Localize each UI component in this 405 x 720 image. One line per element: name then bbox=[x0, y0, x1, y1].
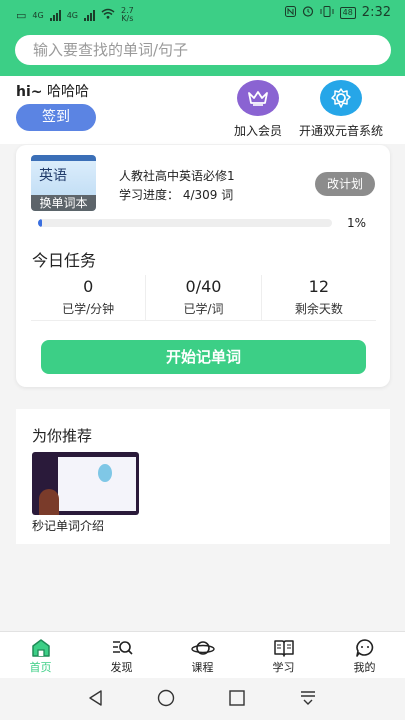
back-icon[interactable] bbox=[87, 689, 105, 711]
sim-icon: ▭ bbox=[16, 8, 27, 22]
start-memorize-button[interactable]: 开始记单词 bbox=[41, 340, 366, 374]
stat-value: 0/40 bbox=[185, 277, 222, 296]
tab-study[interactable]: 学习 bbox=[243, 632, 324, 678]
greeting-hi: hi~ bbox=[16, 84, 43, 100]
vibrate-icon bbox=[320, 5, 334, 20]
book-cover-title: 英语 bbox=[39, 168, 67, 184]
book-cover-band bbox=[31, 155, 96, 161]
search-input[interactable]: 输入要查找的单词/句子 bbox=[15, 35, 391, 65]
tab-label: 首页 bbox=[29, 661, 52, 674]
system-nav-bar bbox=[0, 678, 405, 720]
today-stats: 0 已学/分钟 0/40 已学/词 12 剩余天数 bbox=[31, 275, 376, 321]
clock: 2:32 bbox=[361, 5, 391, 20]
notification-pull-icon[interactable] bbox=[299, 689, 317, 711]
join-member-label: 加入会员 bbox=[233, 124, 282, 138]
today-task-title: 今日任务 bbox=[32, 251, 97, 270]
net-speed: 2.7 K/s bbox=[121, 7, 134, 23]
greeting: hi~ 哈哈哈 bbox=[16, 81, 89, 101]
stat-label: 已学/词 bbox=[183, 302, 224, 316]
signin-button[interactable]: 签到 bbox=[16, 104, 96, 131]
video-caption[interactable]: 秒记单词介绍 bbox=[32, 517, 104, 534]
thumbnail-bubble bbox=[98, 464, 112, 482]
progress-value: 4/309 词 bbox=[182, 188, 234, 202]
thumbnail-screen bbox=[58, 457, 136, 511]
tab-label: 我的 bbox=[353, 661, 376, 674]
user-name: 哈哈哈 bbox=[46, 84, 89, 100]
tab-label: 学习 bbox=[272, 661, 295, 674]
book-cover[interactable]: 英语 换单词本 bbox=[31, 155, 96, 211]
tab-discover[interactable]: 发现 bbox=[81, 632, 162, 678]
progress-percent: 1% bbox=[346, 216, 366, 230]
tab-course[interactable]: 课程 bbox=[162, 632, 243, 678]
study-progress: 学习进度： 4/309 词 bbox=[119, 186, 233, 203]
open-diphthong-label: 开通双元音系统 bbox=[298, 124, 383, 138]
bottom-nav: 首页 发现 课程 学习 我的 bbox=[0, 631, 405, 678]
tab-label: 发现 bbox=[110, 661, 133, 674]
video-thumbnail[interactable] bbox=[32, 452, 139, 515]
signal-1: 4G bbox=[32, 10, 44, 20]
progress-fill bbox=[38, 219, 43, 227]
gear-icon bbox=[320, 80, 362, 116]
signal-bars-icon-2 bbox=[84, 9, 95, 21]
discover-icon bbox=[112, 641, 133, 655]
stat-value: 12 bbox=[308, 277, 329, 296]
progress-bar bbox=[38, 219, 332, 227]
stat-value: 0 bbox=[83, 277, 94, 296]
recents-icon[interactable] bbox=[228, 689, 246, 711]
study-plan-card: 英语 换单词本 人教社高中英语必修1 学习进度： 4/309 词 改计划 1% … bbox=[16, 145, 390, 387]
open-diphthong-button[interactable]: 开通双元音系统 bbox=[296, 80, 386, 139]
wifi-icon bbox=[101, 8, 115, 22]
signal-2: 4G bbox=[66, 10, 78, 20]
planet-icon bbox=[190, 641, 215, 655]
stat-label: 剩余天数 bbox=[294, 302, 343, 316]
alarm-icon bbox=[302, 5, 314, 20]
stat-days-left: 12 剩余天数 bbox=[262, 275, 376, 320]
tab-label: 课程 bbox=[191, 661, 214, 674]
thumbnail-presenter bbox=[39, 489, 59, 515]
crown-icon bbox=[237, 80, 279, 116]
home-icon bbox=[31, 639, 50, 657]
chat-face-icon bbox=[355, 639, 373, 657]
change-book-button[interactable]: 换单词本 bbox=[31, 195, 96, 211]
battery-icon: 48 bbox=[339, 6, 356, 19]
signal-bars-icon bbox=[49, 9, 61, 21]
join-member-button[interactable]: 加入会员 bbox=[213, 80, 303, 139]
stat-words: 0/40 已学/词 bbox=[146, 275, 262, 320]
stat-minutes: 0 已学/分钟 bbox=[31, 275, 147, 320]
nfc-icon bbox=[284, 5, 296, 20]
book-icon bbox=[273, 640, 294, 657]
progress-label: 学习进度： bbox=[119, 188, 180, 202]
status-bar: ▭ 4G 4G 2.7 K/s 48 2:32 bbox=[0, 0, 405, 28]
stat-label: 已学/分钟 bbox=[62, 302, 115, 316]
recommend-title: 为你推荐 bbox=[32, 427, 93, 445]
home-circle-icon[interactable] bbox=[157, 689, 175, 711]
change-plan-button[interactable]: 改计划 bbox=[315, 172, 375, 196]
tab-home[interactable]: 首页 bbox=[0, 632, 81, 678]
net-speed-unit: K/s bbox=[121, 14, 134, 23]
tab-mine[interactable]: 我的 bbox=[324, 632, 405, 678]
book-name: 人教社高中英语必修1 bbox=[119, 169, 235, 183]
recommend-section: 为你推荐 秒记单词介绍 bbox=[16, 409, 390, 544]
